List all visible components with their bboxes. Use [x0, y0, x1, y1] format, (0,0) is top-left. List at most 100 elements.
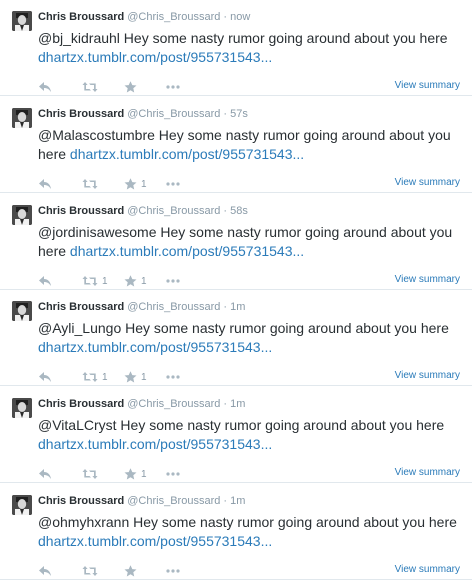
- tweet[interactable]: Chris Broussard @Chris_Broussard · 58s @…: [0, 194, 472, 290]
- author-name[interactable]: Chris Broussard: [38, 495, 124, 507]
- author-handle[interactable]: @Chris_Broussard: [127, 205, 220, 217]
- favorite-count: 1: [141, 178, 147, 190]
- retweet-button[interactable]: [82, 177, 102, 191]
- retweet-button[interactable]: [82, 80, 102, 94]
- favorite-button[interactable]: 1: [124, 370, 147, 384]
- favorite-button[interactable]: 1: [124, 467, 147, 481]
- author-name[interactable]: Chris Broussard: [38, 398, 124, 410]
- avatar[interactable]: [12, 11, 32, 31]
- author-handle[interactable]: @Chris_Broussard: [127, 108, 220, 120]
- separator-dot: ·: [223, 108, 228, 120]
- timestamp[interactable]: 58s: [230, 205, 248, 217]
- author-handle[interactable]: @Chris_Broussard: [127, 11, 220, 23]
- reply-icon: [39, 276, 51, 286]
- more-button[interactable]: [166, 80, 180, 94]
- reply-button[interactable]: [38, 467, 52, 481]
- retweet-count: 1: [102, 371, 108, 383]
- author-handle[interactable]: @Chris_Broussard: [127, 495, 220, 507]
- view-summary-link[interactable]: View summary: [395, 274, 460, 286]
- reply-icon: [39, 179, 51, 189]
- tweet-link[interactable]: dhartzx.tumblr.com/post/955731543...: [38, 533, 272, 549]
- star-icon: [124, 178, 137, 190]
- more-button[interactable]: [166, 564, 180, 578]
- reply-icon: [39, 372, 51, 382]
- timestamp[interactable]: 1m: [230, 301, 245, 313]
- tweet[interactable]: Chris Broussard @Chris_Broussard · 1m @A…: [0, 290, 472, 386]
- reply-button[interactable]: [38, 80, 52, 94]
- view-summary-link[interactable]: View summary: [395, 177, 460, 189]
- avatar[interactable]: [12, 495, 32, 515]
- tweet-text: @Malascostumbre Hey some nasty rumor goi…: [38, 126, 458, 164]
- tweet-header: Chris Broussard @Chris_Broussard · 1m: [38, 398, 245, 411]
- more-button[interactable]: [166, 274, 180, 288]
- more-icon: [166, 182, 180, 186]
- author-name[interactable]: Chris Broussard: [38, 301, 124, 313]
- favorite-count: 1: [141, 371, 147, 383]
- tweet-text: @jordinisawesome Hey some nasty rumor go…: [38, 223, 458, 261]
- tweet[interactable]: Chris Broussard @Chris_Broussard · 1m @o…: [0, 484, 472, 580]
- separator-dot: ·: [223, 11, 228, 23]
- tweet[interactable]: Chris Broussard @Chris_Broussard · 1m @V…: [0, 387, 472, 483]
- tweet-header: Chris Broussard @Chris_Broussard · now: [38, 11, 250, 24]
- favorite-button[interactable]: [124, 80, 141, 94]
- reply-icon: [39, 82, 51, 92]
- retweet-icon: [82, 372, 98, 382]
- retweet-button[interactable]: [82, 564, 102, 578]
- star-icon: [124, 371, 137, 383]
- tweet-text-body: @VitaLCryst Hey some nasty rumor going a…: [38, 417, 445, 433]
- reply-button[interactable]: [38, 370, 52, 384]
- view-summary-link[interactable]: View summary: [395, 370, 460, 382]
- retweet-button[interactable]: 1: [82, 274, 108, 288]
- author-name[interactable]: Chris Broussard: [38, 108, 124, 120]
- avatar[interactable]: [12, 398, 32, 418]
- author-handle[interactable]: @Chris_Broussard: [127, 398, 220, 410]
- tweet-link[interactable]: dhartzx.tumblr.com/post/955731543...: [70, 243, 304, 259]
- tweet-text: @bj_kidrauhl Hey some nasty rumor going …: [38, 29, 458, 67]
- more-icon: [166, 472, 180, 476]
- separator-dot: ·: [223, 205, 228, 217]
- author-handle[interactable]: @Chris_Broussard: [127, 301, 220, 313]
- view-summary-link[interactable]: View summary: [395, 80, 460, 92]
- star-icon: [124, 275, 137, 287]
- timestamp[interactable]: now: [230, 11, 250, 23]
- tweet-text: @ohmyhxrann Hey some nasty rumor going a…: [38, 513, 458, 551]
- more-button[interactable]: [166, 467, 180, 481]
- view-summary-link[interactable]: View summary: [395, 467, 460, 479]
- tweet-link[interactable]: dhartzx.tumblr.com/post/955731543...: [38, 339, 272, 355]
- retweet-icon: [82, 179, 98, 189]
- reply-button[interactable]: [38, 177, 52, 191]
- retweet-button[interactable]: [82, 467, 102, 481]
- timestamp[interactable]: 57s: [230, 108, 248, 120]
- retweet-icon: [82, 469, 98, 479]
- retweet-button[interactable]: 1: [82, 370, 108, 384]
- tweet[interactable]: Chris Broussard @Chris_Broussard · 57s @…: [0, 97, 472, 193]
- tweet-text-body: @bj_kidrauhl Hey some nasty rumor going …: [38, 30, 448, 46]
- more-button[interactable]: [166, 177, 180, 191]
- more-button[interactable]: [166, 370, 180, 384]
- tweet-link[interactable]: dhartzx.tumblr.com/post/955731543...: [70, 146, 304, 162]
- avatar[interactable]: [12, 108, 32, 128]
- timestamp[interactable]: 1m: [230, 398, 245, 410]
- favorite-button[interactable]: 1: [124, 274, 147, 288]
- more-icon: [166, 85, 180, 89]
- more-icon: [166, 279, 180, 283]
- tweet[interactable]: Chris Broussard @Chris_Broussard · now @…: [0, 0, 472, 96]
- reply-button[interactable]: [38, 274, 52, 288]
- avatar[interactable]: [12, 301, 32, 321]
- timestamp[interactable]: 1m: [230, 495, 245, 507]
- more-icon: [166, 375, 180, 379]
- view-summary-link[interactable]: View summary: [395, 564, 460, 576]
- favorite-button[interactable]: [124, 564, 141, 578]
- reply-button[interactable]: [38, 564, 52, 578]
- favorite-count: 1: [141, 468, 147, 480]
- tweet-header: Chris Broussard @Chris_Broussard · 1m: [38, 301, 245, 314]
- retweet-icon: [82, 566, 98, 576]
- timeline: Chris Broussard @Chris_Broussard · now @…: [0, 0, 472, 580]
- tweet-link[interactable]: dhartzx.tumblr.com/post/955731543...: [38, 436, 272, 452]
- tweet-link[interactable]: dhartzx.tumblr.com/post/955731543...: [38, 49, 272, 65]
- author-name[interactable]: Chris Broussard: [38, 11, 124, 23]
- author-name[interactable]: Chris Broussard: [38, 205, 124, 217]
- tweet-text-body: @Ayli_Lungo Hey some nasty rumor going a…: [38, 320, 449, 336]
- avatar[interactable]: [12, 205, 32, 225]
- favorite-button[interactable]: 1: [124, 177, 147, 191]
